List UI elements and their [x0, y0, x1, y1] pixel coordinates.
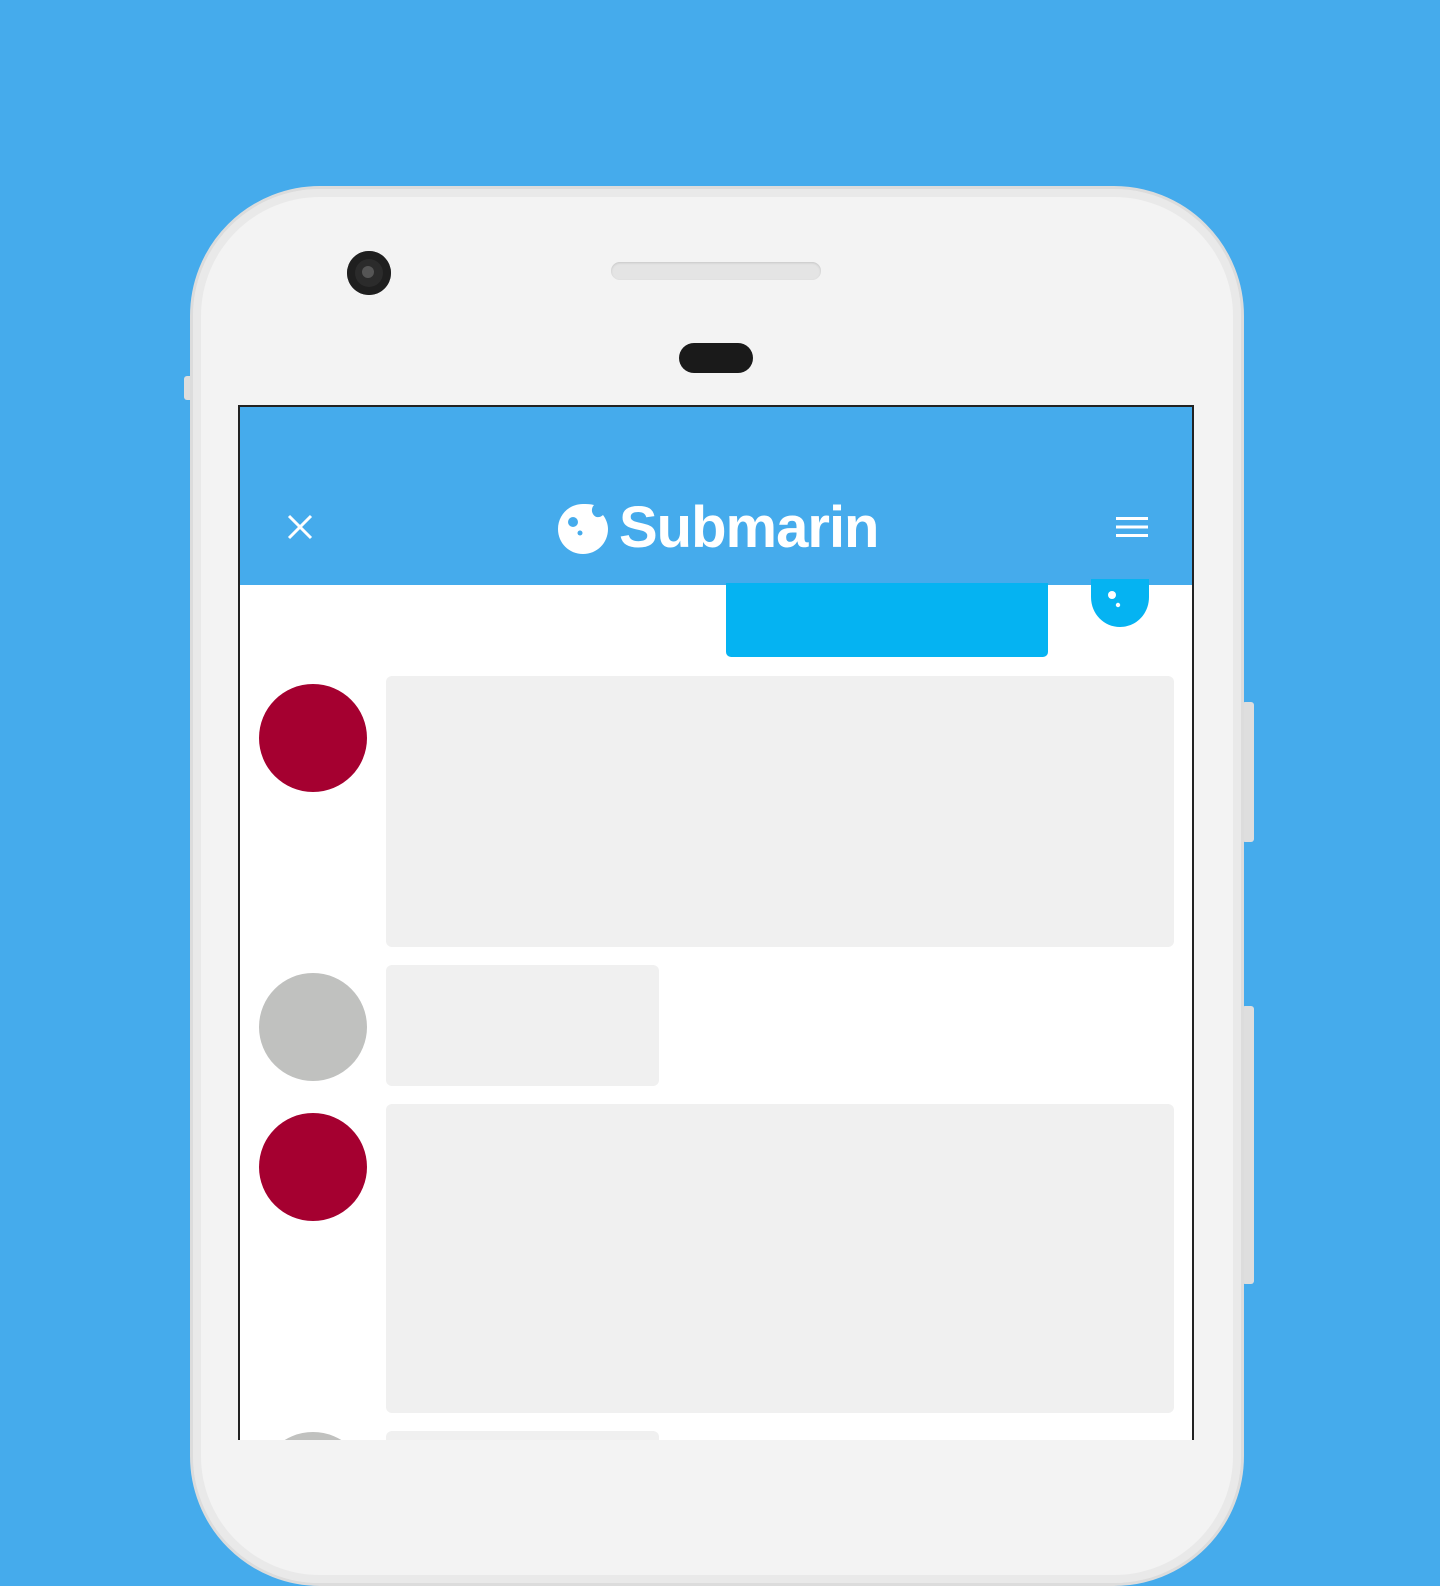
avatar-red: [259, 1113, 367, 1221]
incoming-message-bubble[interactable]: [386, 676, 1174, 947]
earpiece-speaker: [611, 262, 821, 280]
hamburger-menu-icon: [1116, 517, 1148, 537]
self-avatar: [1089, 579, 1151, 631]
front-camera: [347, 251, 391, 295]
phone-screen: Submarin: [238, 405, 1194, 1440]
avatar-red: [259, 684, 367, 792]
incoming-message-bubble[interactable]: [386, 1431, 659, 1440]
proximity-sensor: [679, 343, 753, 373]
incoming-message-bubble[interactable]: [386, 965, 659, 1086]
avatar-gray: [259, 973, 367, 1081]
brand-logo: Submarin: [555, 495, 879, 561]
brand-name: Submarin: [619, 495, 879, 560]
close-button[interactable]: [280, 507, 320, 547]
avatar-gray: [259, 1432, 367, 1440]
submarin-avatar-icon: [1091, 579, 1149, 627]
incoming-message-bubble[interactable]: [386, 1104, 1174, 1413]
menu-button[interactable]: [1110, 507, 1154, 547]
submarin-logo-icon: [558, 504, 608, 554]
app-bar: Submarin: [240, 407, 1192, 585]
close-icon: [287, 514, 313, 540]
outgoing-message-bubble[interactable]: [726, 583, 1048, 657]
